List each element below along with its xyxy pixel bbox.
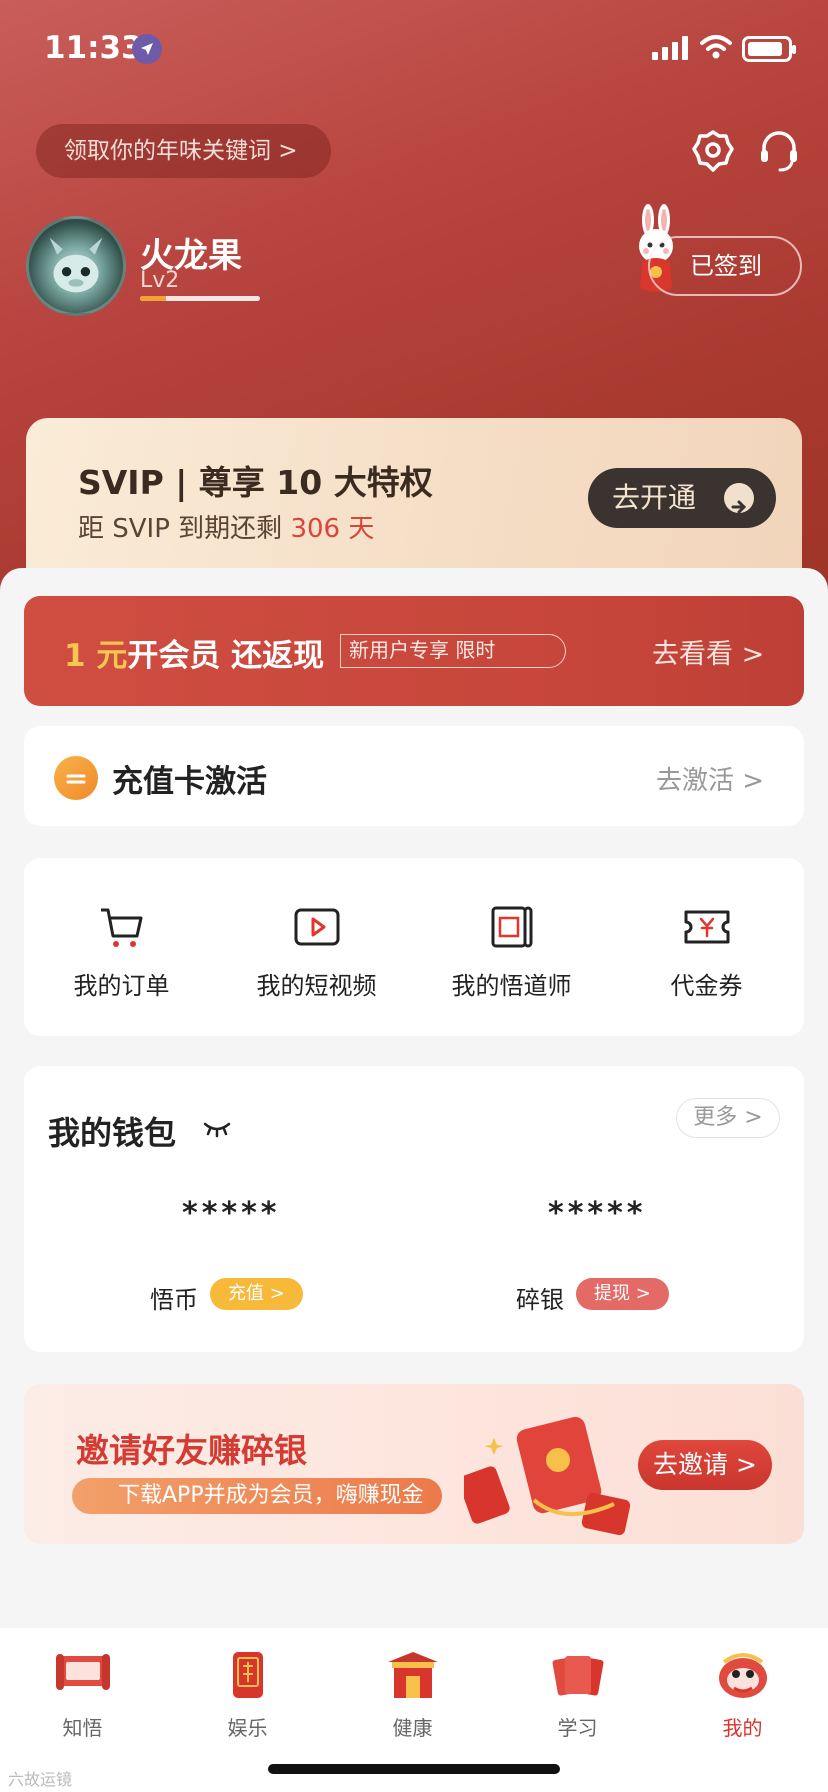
promo-go-link[interactable]: 去看看 > [652,632,764,671]
watermark-text: 六故运镜 [8,1770,73,1789]
svip-days: 306 天 [290,514,375,544]
tab-label: 知悟 [62,1716,103,1740]
status-bar: 11:33 [0,0,828,100]
shortcut-mentors[interactable]: 我的悟道师 [414,902,609,1001]
battery-icon [742,36,796,62]
tab-label: 学习 [557,1716,598,1740]
recharge-card-row[interactable]: 充值卡激活 去激活 > [24,726,804,826]
signin-button[interactable]: 已签到 [648,236,802,296]
tab-health[interactable]: 健康 [330,1648,495,1741]
cart-icon [100,908,142,947]
shortcut-label: 我的悟道师 [451,972,572,1000]
shortcut-vouchers[interactable]: 代金券 [609,902,804,1001]
mentor-scroll-icon [491,906,532,948]
wallet-more-button[interactable]: 更多 > [676,1098,780,1138]
status-time: 11:33 [44,30,143,66]
video-play-icon [294,908,339,946]
tab-entertainment[interactable]: 娱乐 [165,1648,330,1741]
shortcut-label: 我的短视频 [256,972,377,1000]
tab-zhiwu[interactable]: 知悟 [0,1648,165,1741]
wallet-title: 我的钱包 [48,1114,177,1152]
wallet-coin-label: 悟币 [150,1286,198,1314]
promo-main-text: 开会员 还返现 [127,638,325,674]
temple-gate-icon [387,1652,438,1698]
tab-study[interactable]: 学习 [495,1648,660,1741]
wallet-recharge-button[interactable]: 充值 > [210,1278,303,1310]
shortcut-short-videos[interactable]: 我的短视频 [219,902,414,1001]
promo-headline: 1 元开会员 还返现 [64,630,324,675]
invite-title: 邀请好友赚碎银 [76,1431,307,1470]
tab-label: 健康 [392,1716,433,1740]
voucher-icon [684,910,729,944]
level-progress-bar [140,296,260,301]
tab-label: 娱乐 [227,1716,268,1740]
user-level: Lv2 [140,268,180,293]
wallet-card: 我的钱包 更多 > ***** 悟币 充值 > ***** 碎银 提现 > [24,1066,804,1352]
eye-closed-icon[interactable] [202,1118,232,1138]
member-promo-banner[interactable]: 1 元开会员 还返现 新用户专享 限时 去看看 > [24,596,804,706]
tab-mine[interactable]: 我的 [660,1648,825,1741]
shortcut-orders[interactable]: 我的订单 [24,902,219,1001]
wallet-silver-label: 碎银 [516,1286,564,1314]
svip-expiry: 距 SVIP 到期还剩 306 天 [78,508,374,545]
avatar[interactable] [26,216,126,316]
svip-open-button[interactable]: 去开通 [588,468,776,528]
svip-expiry-label: 距 SVIP 到期还剩 [78,514,283,544]
signal-icon [652,36,688,60]
card-coin-icon [54,756,98,800]
wallet-withdraw-button[interactable]: 提现 > [576,1278,669,1310]
red-envelope-illustration-icon [464,1416,631,1536]
recharge-label: 充值卡激活 [112,764,267,800]
invite-subtitle: 下载APP并成为会员，嗨赚现金 [72,1478,442,1514]
promo-price: 1 元 [64,638,128,674]
invite-button[interactable]: 去邀请 > [638,1440,772,1490]
red-envelopes-icon [552,1656,603,1696]
shortcut-grid: 我的订单 我的短视频 我的悟道师 代金券 [24,858,804,1036]
promo-tag: 新用户专享 限时 [340,634,566,668]
arrow-right-icon [724,483,754,514]
svip-title: SVIP | 尊享 10 大特权 [78,463,433,502]
fortune-stick-icon [232,1652,263,1698]
wallet-coin-value: ***** [182,1196,281,1231]
settings-icon[interactable] [690,128,736,174]
tab-label: 我的 [722,1716,763,1740]
shortcut-label: 我的订单 [73,972,170,1000]
scroll-banner-icon [55,1654,110,1690]
year-keyword-button[interactable]: 领取你的年味关键词 > [36,124,331,178]
invite-friends-banner[interactable]: 邀请好友赚碎银 下载APP并成为会员，嗨赚现金 去邀请 > [24,1384,804,1544]
lion-dance-icon [718,1653,767,1698]
customer-service-icon[interactable] [756,128,802,174]
home-indicator[interactable] [268,1764,560,1774]
shortcut-label: 代金券 [670,972,743,1000]
location-arrow-icon [132,34,162,64]
recharge-activate-link[interactable]: 去激活 > [656,760,764,797]
wifi-icon [700,35,732,59]
svip-open-label: 去开通 [612,481,697,514]
wallet-silver-value: ***** [548,1196,647,1231]
